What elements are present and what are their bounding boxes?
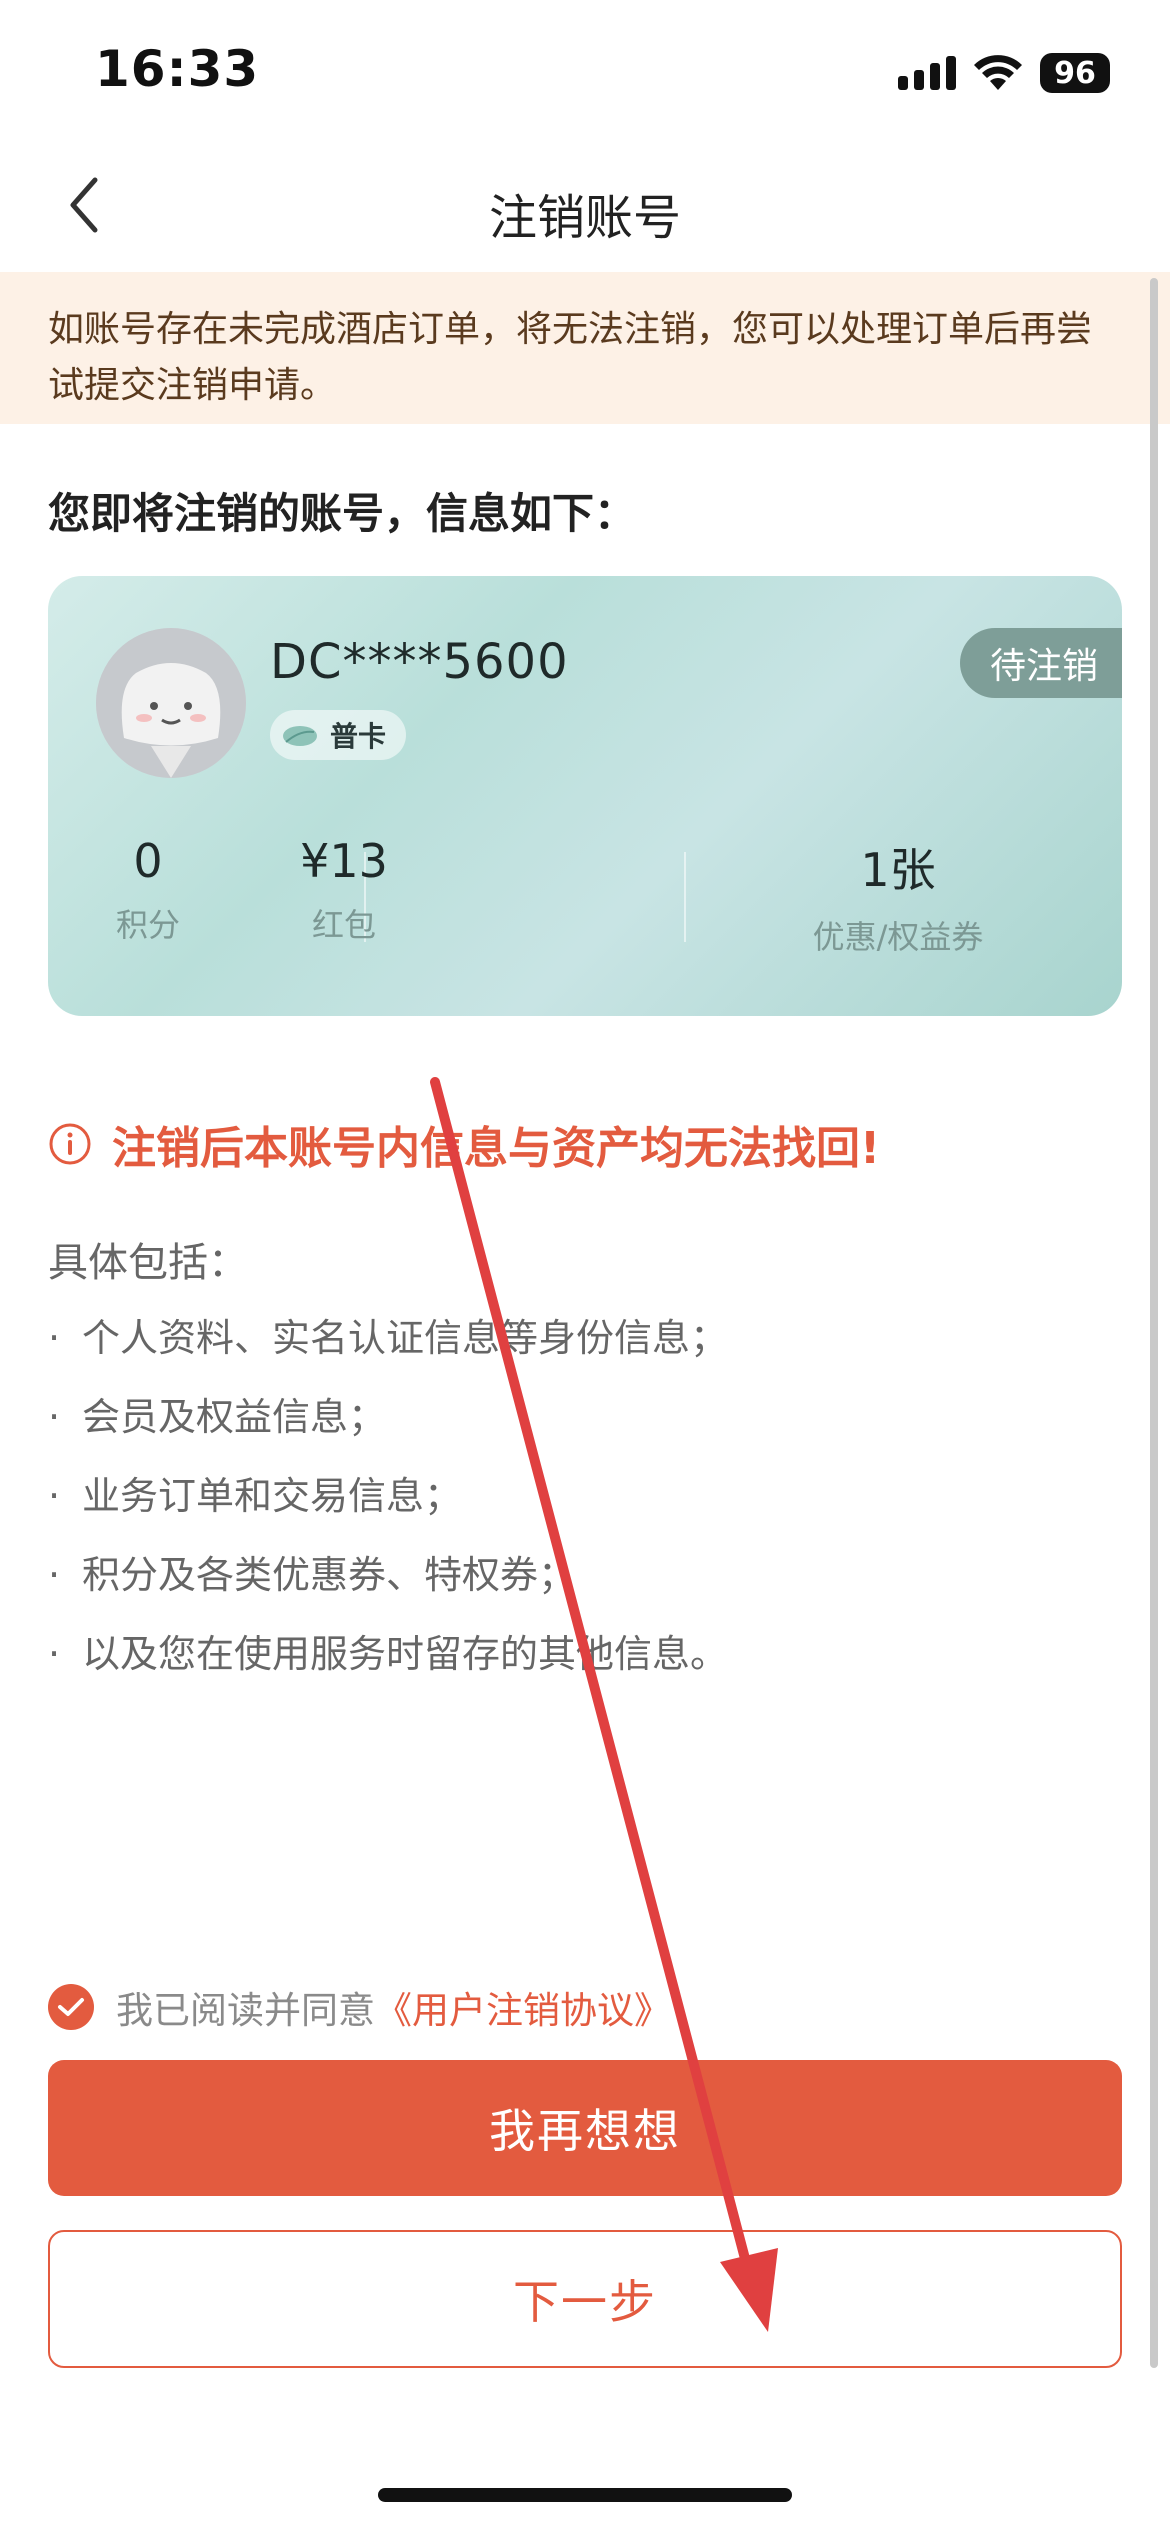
stat-label: 红包 [311,906,376,944]
list-item: · 业务订单和交易信息； [48,1474,463,1518]
stat-label: 积分 [115,906,180,944]
agreement-text: 我已阅读并同意 [116,1989,375,2032]
details-title: 具体包括： [48,1240,248,1286]
warning-text: 注销后本账号内信息与资产均无法找回! [112,1123,881,1174]
page-title: 注销账号 [488,190,681,246]
home-indicator[interactable] [378,2488,792,2502]
stat-value: ¥13 [300,834,388,888]
status-badge: 待注销 [959,628,1122,698]
account-name: DC****5600 [270,634,569,690]
section-title: 您即将注销的账号，信息如下： [48,489,637,538]
notice-banner: 如账号存在未完成酒店订单，将无法注销，您可以处理订单后再尝试提交注销申请。 [0,272,1170,424]
tier-badge: 普卡 [270,710,407,760]
stat-red-packet[interactable]: ¥13 红包 [244,834,444,946]
list-item: · 会员及权益信息； [48,1395,387,1439]
divider [684,852,686,942]
list-item: · 个人资料、实名认证信息等身份信息； [48,1316,729,1360]
tier-label: 普卡 [330,720,387,753]
checkmark-icon [58,1998,84,2016]
stat-value: 1张 [860,843,936,897]
list-item: · 以及您在使用服务时留存的其他信息。 [48,1632,729,1676]
details-list: · 个人资料、实名认证信息等身份信息； · 会员及权益信息； · 业务订单和交易信息；… [48,1308,728,1703]
status-time: 16:33 [95,40,260,98]
info-circle-icon [49,1123,91,1165]
list-item: · 积分及各类优惠券、特权券； [48,1553,577,1597]
status-icons: 96 [898,48,1110,98]
stat-points[interactable]: 0 积分 [68,834,228,946]
leaf-icon [283,726,317,746]
account-card: DC****5600 普卡 待注销 0 积分 ¥13 红包 1张 优惠/权益券 [48,576,1122,1016]
wifi-icon [974,55,1022,90]
agreement-link[interactable]: 《用户注销协议》 [375,1989,671,2032]
avatar-icon [96,628,246,778]
warning-row: 注销后本账号内信息与资产均无法找回! [48,1112,880,1176]
agreement-row: 我已阅读并同意《用户注销协议》 [48,1980,671,2034]
reconsider-button[interactable]: 我再想想 [48,2060,1122,2196]
next-step-button[interactable]: 下一步 [48,2230,1122,2368]
stat-value: 0 [133,834,163,888]
stat-label: 优惠/权益券 [812,918,984,956]
signal-icon [898,56,956,90]
avatar [96,628,246,778]
battery-icon: 96 [1040,53,1110,93]
scrollbar[interactable] [1150,278,1158,2368]
stat-coupons[interactable]: 1张 优惠/权益券 [768,834,1028,958]
agreement-checkbox[interactable] [48,1984,94,2030]
